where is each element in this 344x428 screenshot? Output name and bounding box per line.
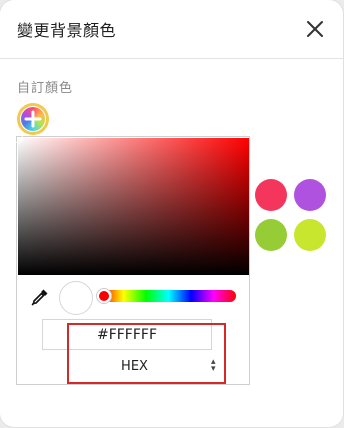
hue-slider-handle[interactable] [97, 289, 111, 303]
saturation-value-area[interactable] [13, 133, 249, 275]
hex-color-input[interactable] [42, 319, 212, 350]
close-button[interactable] [302, 16, 328, 42]
color-picker-popover: HEX ▴▾ [13, 133, 250, 385]
dialog-header: 變更背景顏色 [0, 0, 343, 59]
close-icon [307, 21, 323, 37]
background-color-dialog: 變更背景顏色 自訂顏色 #FFFFFF HEX ▴ ▾ [0, 0, 343, 427]
preset-swatch-lime[interactable] [294, 219, 326, 251]
color-format-label: HEX [121, 359, 148, 374]
preset-swatch-purple[interactable] [294, 179, 326, 211]
eyedropper-icon [31, 289, 48, 306]
add-custom-color-button[interactable] [17, 103, 49, 135]
preset-swatch-red[interactable] [255, 179, 287, 211]
custom-color-label: 自訂顏色 [17, 81, 74, 96]
eyedropper-button[interactable] [31, 288, 49, 306]
updown-arrows-icon: ▴ ▾ [211, 357, 216, 374]
preset-swatch-green[interactable] [255, 219, 287, 251]
color-preview-swatch [59, 281, 93, 315]
hue-slider[interactable] [97, 289, 236, 303]
dialog-title: 變更背景顏色 [17, 21, 117, 40]
saturation-handle[interactable] [13, 133, 23, 143]
color-format-select[interactable]: HEX ▴ ▾ [47, 356, 222, 378]
plus-icon [24, 110, 42, 128]
